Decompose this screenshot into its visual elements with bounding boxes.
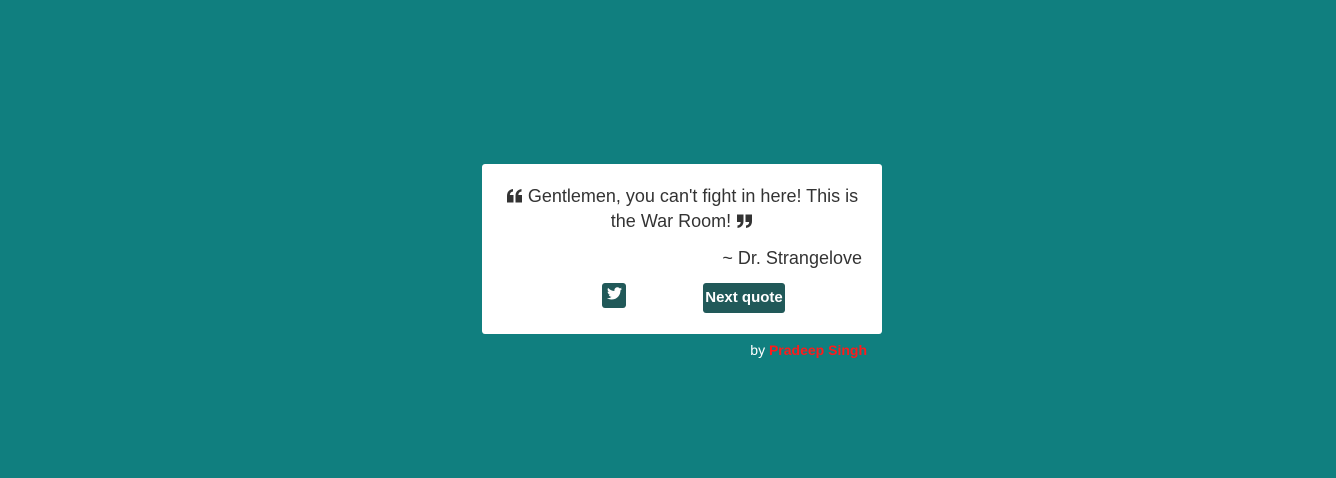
credit-prefix: by [750,342,766,358]
author-link[interactable]: Pradeep Singh [769,342,867,358]
quote-box: Gentlemen, you can't fight in here! This… [502,184,862,234]
quote-card: Gentlemen, you can't fight in here! This… [482,164,882,334]
page: Gentlemen, you can't fight in here! This… [0,0,1336,478]
tweet-button[interactable] [602,283,626,308]
quote-right-icon [736,214,753,228]
quote-author: ~ Dr. Strangelove [722,248,862,268]
credit: by Pradeep Singh [750,341,867,359]
quote-left-icon [506,189,523,203]
twitter-icon [606,286,622,305]
next-quote-button[interactable]: Next quote [703,283,785,313]
quote-text: Gentlemen, you can't fight in here! This… [527,186,859,231]
